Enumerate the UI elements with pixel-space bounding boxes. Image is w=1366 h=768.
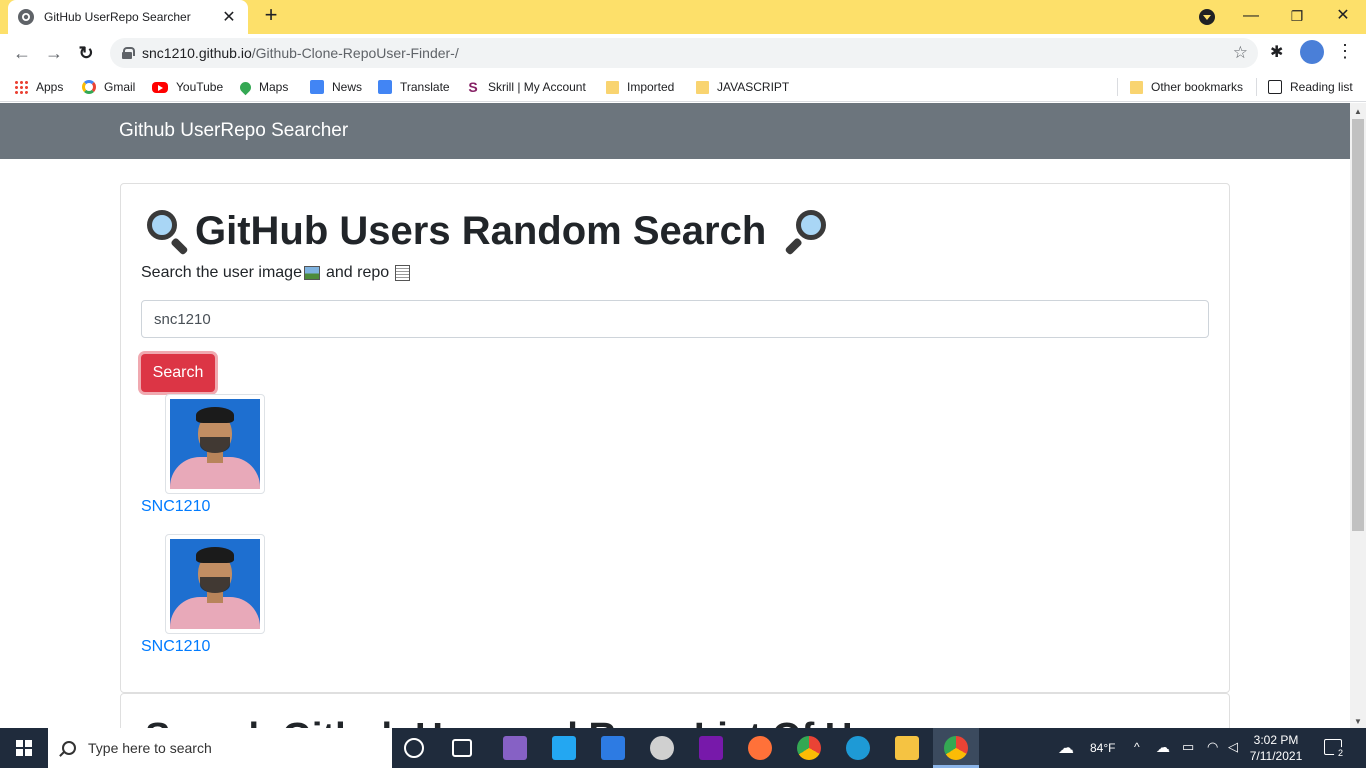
- maximize-button[interactable]: ❐: [1274, 4, 1320, 28]
- search-input[interactable]: [141, 300, 1209, 338]
- scroll-down-arrow-icon[interactable]: ▼: [1354, 717, 1362, 726]
- bookmark-star-icon[interactable]: ☆: [1233, 43, 1248, 63]
- book-page-icon: [395, 265, 411, 281]
- todo-icon[interactable]: [601, 736, 625, 760]
- new-tab-button[interactable]: +: [260, 4, 282, 27]
- google-g-icon: [82, 80, 96, 94]
- folder-icon: [1130, 80, 1143, 94]
- bookmark-apps[interactable]: Apps: [14, 72, 63, 102]
- search-icon: [62, 741, 76, 755]
- taskbar-clock[interactable]: 3:02 PM 7/11/2021: [1246, 732, 1306, 764]
- scroll-thumb[interactable]: [1352, 119, 1364, 531]
- taskbar-search-box[interactable]: Type here to search: [48, 728, 392, 768]
- url-path: /Github-Clone-RepoUser-Finder-/: [251, 45, 459, 61]
- tab-search-icon[interactable]: [1199, 9, 1215, 25]
- bookmarks-bar: Apps Gmail YouTube Maps News Translate S…: [0, 72, 1366, 102]
- bookmark-skrill[interactable]: S Skrill | My Account: [466, 72, 585, 102]
- search-button[interactable]: Search: [141, 354, 215, 392]
- weather-temperature[interactable]: 84°F: [1090, 741, 1115, 755]
- bookmark-divider: [1256, 78, 1257, 96]
- navbar-brand[interactable]: Github UserRepo Searcher: [119, 120, 348, 142]
- vscode-icon[interactable]: [552, 736, 576, 760]
- tab-close-icon[interactable]: ✕: [220, 7, 238, 27]
- back-button[interactable]: ←: [10, 41, 34, 65]
- notification-count: 2: [1334, 747, 1347, 760]
- page-heading: GitHub Users Random Search: [143, 206, 830, 256]
- user-photo: [170, 399, 260, 489]
- bookmark-folder-javascript[interactable]: JAVASCRIPT: [696, 72, 789, 102]
- reading-list-icon: [1268, 80, 1282, 94]
- browser-tab-strip: GitHub UserRepo Searcher ✕ + — ❐ ✕: [0, 0, 1366, 34]
- bookmark-youtube[interactable]: YouTube: [152, 72, 223, 102]
- chrome-icon[interactable]: [797, 736, 821, 760]
- translate-icon: [378, 80, 392, 94]
- page-scrollbar[interactable]: ▲ ▼: [1350, 103, 1366, 728]
- maps-pin-icon: [237, 79, 254, 95]
- user-avatar-thumbnail: [165, 534, 265, 634]
- folder-icon: [606, 80, 619, 94]
- clock-time: 3:02 PM: [1253, 733, 1299, 747]
- visual-studio-icon[interactable]: [503, 736, 527, 760]
- settings-gear-icon[interactable]: [650, 736, 674, 760]
- user-profile-link[interactable]: SNC1210: [141, 638, 210, 656]
- windows-start-icon[interactable]: [16, 740, 32, 756]
- forward-button[interactable]: →: [42, 41, 66, 65]
- address-bar[interactable]: snc1210.github.io/Github-Clone-RepoUser-…: [110, 38, 1258, 68]
- edge-icon[interactable]: [846, 736, 870, 760]
- user-profile-link[interactable]: SNC1210: [141, 498, 210, 516]
- bookmark-divider: [1117, 78, 1118, 96]
- onenote-icon[interactable]: [699, 736, 723, 760]
- notification-center-icon[interactable]: 2: [1324, 739, 1347, 760]
- chrome-profile-icon[interactable]: [944, 736, 968, 760]
- taskbar-search-placeholder: Type here to search: [88, 740, 212, 756]
- close-window-button[interactable]: ✕: [1320, 4, 1366, 28]
- battery-icon[interactable]: ▭: [1182, 739, 1194, 755]
- magnifier-right-icon: [780, 206, 830, 256]
- user-photo: [170, 539, 260, 629]
- skrill-icon: S: [468, 79, 478, 95]
- folder-icon: [696, 80, 709, 94]
- user-avatar-thumbnail: [165, 394, 265, 494]
- reload-button[interactable]: ↻: [74, 41, 98, 65]
- minimize-button[interactable]: —: [1228, 4, 1274, 28]
- url-host: snc1210.github.io: [142, 45, 252, 61]
- wifi-icon[interactable]: ◠: [1207, 739, 1218, 755]
- browser-menu-icon[interactable]: ⋮: [1336, 41, 1354, 62]
- heading-text: GitHub Users Random Search: [195, 208, 767, 253]
- cortana-icon[interactable]: [404, 738, 424, 758]
- browser-tab[interactable]: GitHub UserRepo Searcher ✕: [8, 0, 248, 34]
- magnifier-left-icon: [143, 206, 193, 256]
- bookmark-translate[interactable]: Translate: [378, 72, 450, 102]
- weather-cloud-icon[interactable]: ☁: [1058, 738, 1074, 758]
- bookmark-maps[interactable]: Maps: [237, 72, 288, 102]
- volume-icon[interactable]: ◁: [1228, 739, 1238, 755]
- profile-avatar[interactable]: [1300, 40, 1324, 64]
- reading-list[interactable]: Reading list: [1268, 72, 1353, 102]
- extensions-puzzle-icon[interactable]: ✱: [1270, 42, 1283, 62]
- framed-picture-icon: [303, 266, 320, 280]
- apps-grid-icon: [14, 80, 28, 94]
- task-view-icon[interactable]: [452, 739, 472, 757]
- bookmark-folder-imported[interactable]: Imported: [606, 72, 674, 102]
- bookmark-other[interactable]: Other bookmarks: [1130, 72, 1243, 102]
- youtube-icon: [152, 81, 168, 93]
- scroll-up-arrow-icon[interactable]: ▲: [1354, 107, 1362, 116]
- onedrive-cloud-icon[interactable]: ☁: [1156, 739, 1170, 756]
- page-navbar: Github UserRepo Searcher: [0, 103, 1350, 159]
- browser-toolbar: ← → ↻ snc1210.github.io/Github-Clone-Rep…: [0, 34, 1366, 72]
- search-card: GitHub Users Random Search Search the us…: [120, 183, 1230, 693]
- tray-chevron-icon[interactable]: ^: [1134, 740, 1140, 754]
- lock-icon[interactable]: [122, 47, 135, 59]
- bookmark-gmail[interactable]: Gmail: [82, 72, 135, 102]
- firefox-icon[interactable]: [748, 736, 772, 760]
- clock-date: 7/11/2021: [1249, 749, 1303, 763]
- tab-title: GitHub UserRepo Searcher: [44, 10, 191, 24]
- file-explorer-icon[interactable]: [895, 736, 919, 760]
- news-icon: [310, 80, 324, 94]
- github-favicon-icon: [18, 9, 34, 25]
- windows-taskbar: Type here to search ☁ 84°F ^ ☁ ▭ ◠ ◁ 3:0…: [0, 728, 1366, 768]
- page-subtitle: Search the user image and repo: [141, 264, 411, 282]
- bookmark-news[interactable]: News: [310, 72, 362, 102]
